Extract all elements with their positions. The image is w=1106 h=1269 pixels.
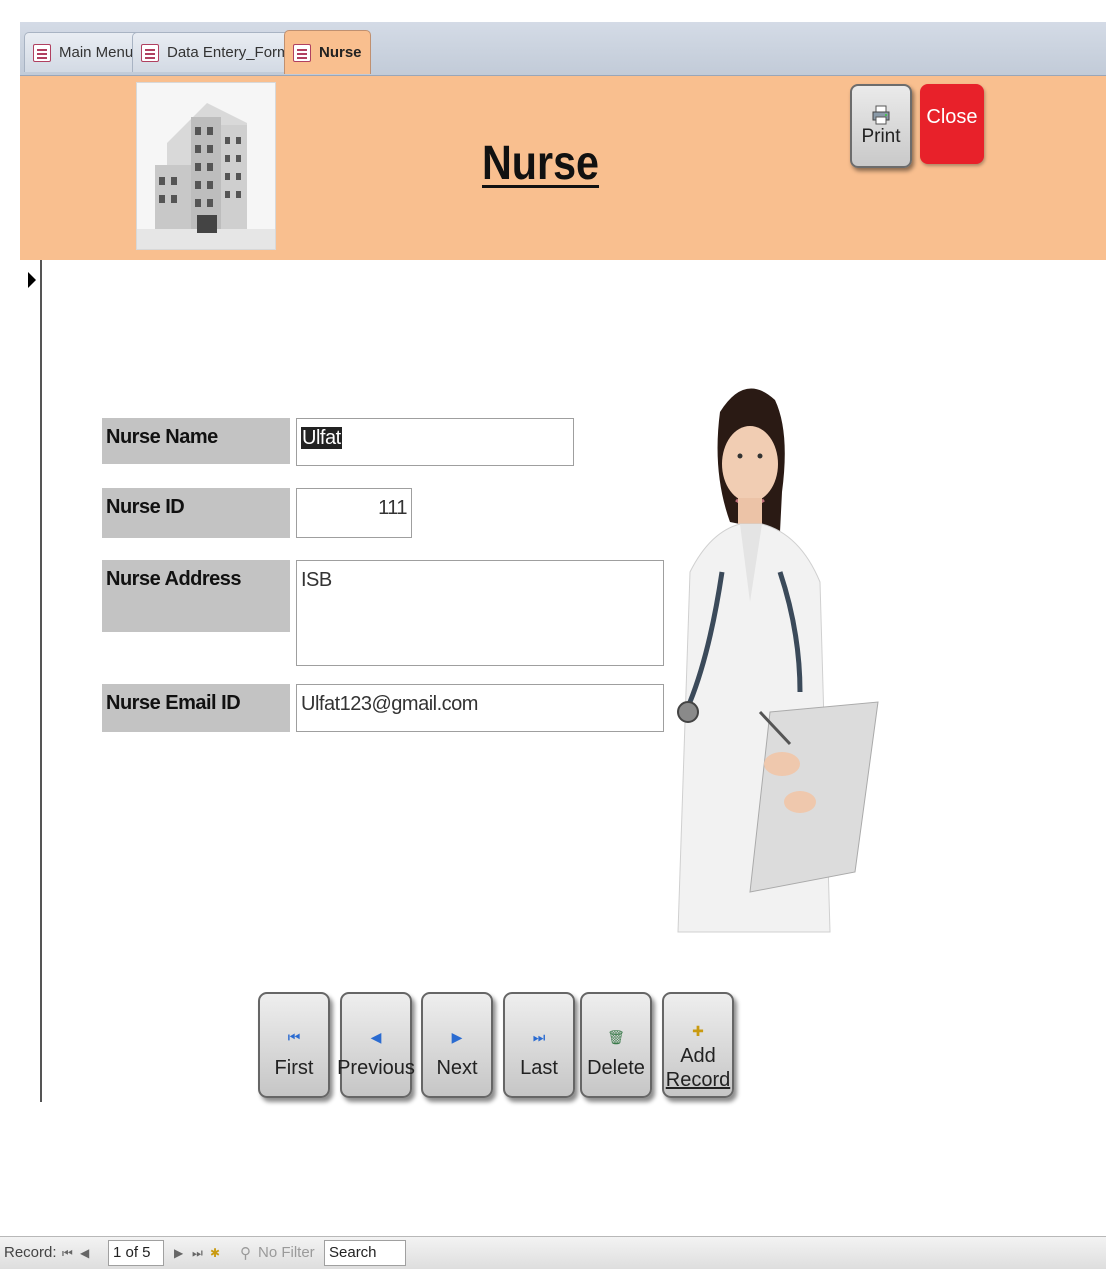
nurse-photo: [650, 372, 880, 936]
record-selector[interactable]: [20, 260, 42, 1102]
next-record-button[interactable]: ▶ Next: [421, 992, 493, 1098]
form-icon: [33, 43, 51, 62]
record-label: Record:: [4, 1244, 57, 1261]
previous-record-nav-icon[interactable]: ◀: [80, 1246, 89, 1260]
filter-status[interactable]: No Filter: [258, 1244, 315, 1261]
funnel-icon: ⚲: [240, 1245, 251, 1262]
record-navigation-bar: Record: ⏮ ◀ 1 of 5 ▶ ⏭ ✱ ⚲ No Filter Sea…: [0, 1236, 1106, 1269]
add-record-label-line2: Record: [665, 1069, 731, 1091]
previous-record-button[interactable]: ◀ Previous: [337, 992, 415, 1098]
first-record-icon: ⏮: [287, 1029, 301, 1045]
nurse-email-input[interactable]: Ulfat123@gmail.com: [296, 684, 664, 732]
tab-nurse[interactable]: Nurse: [284, 30, 371, 74]
delete-label: Delete: [587, 1057, 645, 1079]
last-record-button[interactable]: ⏭ Last: [503, 992, 575, 1098]
add-record-icon: ✚: [692, 1023, 704, 1039]
previous-label: Previous: [337, 1057, 415, 1079]
form-icon: [293, 43, 311, 62]
last-label: Last: [520, 1057, 558, 1079]
next-record-icon: ▶: [451, 1029, 463, 1045]
form-icon: [141, 43, 159, 62]
delete-record-button[interactable]: 🗑 Delete: [580, 992, 652, 1098]
previous-record-icon: ◀: [370, 1029, 382, 1045]
form-title: Nurse: [482, 137, 600, 190]
printer-icon: [872, 105, 890, 125]
access-form-window: Main Menu Data Entery_Forms Nurse Nurse …: [0, 0, 1106, 1269]
add-record-button[interactable]: ✚ Add Record: [662, 992, 734, 1098]
trash-icon: 🗑: [607, 1029, 625, 1045]
first-label: First: [274, 1057, 314, 1079]
last-record-nav-icon[interactable]: ⏭: [192, 1246, 203, 1261]
nurse-address-label: Nurse Address: [102, 560, 290, 632]
first-record-nav-icon[interactable]: ⏮: [62, 1246, 73, 1261]
search-input[interactable]: Search: [324, 1240, 406, 1266]
next-record-nav-icon[interactable]: ▶: [174, 1246, 183, 1260]
current-record-input[interactable]: 1 of 5: [108, 1240, 164, 1266]
print-button[interactable]: Print: [850, 84, 912, 168]
close-label: Close: [926, 105, 978, 128]
nurse-id-input[interactable]: 111: [296, 488, 412, 538]
form-header: Nurse Print Close: [20, 76, 1106, 260]
nurse-name-label: Nurse Name: [102, 418, 290, 464]
nurse-address-input[interactable]: ISB: [296, 560, 664, 666]
close-button[interactable]: Close: [920, 84, 984, 164]
nurse-email-label: Nurse Email ID: [102, 684, 290, 732]
tab-main-menu[interactable]: Main Menu: [24, 32, 143, 72]
tab-label: Nurse: [319, 44, 362, 61]
tab-label: Main Menu: [59, 44, 134, 61]
hospital-building-logo: [136, 82, 276, 250]
print-label: Print: [861, 126, 901, 147]
tab-data-entery-forms[interactable]: Data Entery_Forms: [132, 32, 307, 72]
next-label: Next: [436, 1057, 478, 1079]
current-record-arrow-icon: [28, 272, 36, 288]
add-record-label-line1: Add: [680, 1045, 716, 1067]
document-tab-bar: Main Menu Data Entery_Forms Nurse: [20, 22, 1106, 76]
last-record-icon: ⏭: [532, 1029, 546, 1045]
new-record-nav-icon[interactable]: ✱: [210, 1246, 220, 1260]
tab-label: Data Entery_Forms: [167, 44, 298, 61]
nurse-id-label: Nurse ID: [102, 488, 290, 538]
nurse-name-value: Ulfat: [301, 427, 342, 449]
first-record-button[interactable]: ⏮ First: [258, 992, 330, 1098]
nurse-name-input[interactable]: Ulfat: [296, 418, 574, 466]
